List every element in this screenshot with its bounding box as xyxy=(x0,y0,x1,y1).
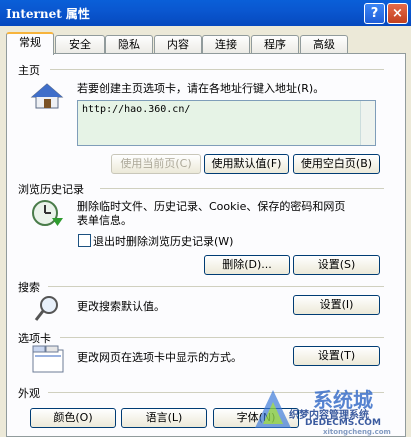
help-button[interactable]: ? xyxy=(364,3,385,24)
history-divider xyxy=(100,188,384,189)
home-address-field[interactable]: http://hao.360.cn/ xyxy=(77,100,376,146)
site-watermark: 系统城 织梦内容管理系统 DEDECMS.COM xitongcheng.com xyxy=(243,384,411,437)
tab-general[interactable]: 常规 xyxy=(6,32,54,55)
use-current-button[interactable]: 使用当前页(C) xyxy=(111,154,201,174)
home-divider xyxy=(50,69,384,70)
watermark-site2: DEDECMS.COM xyxy=(305,418,381,428)
delete-on-exit-label: 退出时删除浏览历史记录(W) xyxy=(93,235,234,248)
search-description: 更改搜索默认值。 xyxy=(77,300,165,313)
search-settings-button[interactable]: 设置(I) xyxy=(293,295,380,315)
title-bar: Internet 属性 ? × xyxy=(0,0,411,26)
tabs-settings-button[interactable]: 设置(T) xyxy=(293,346,380,366)
tabs-description: 更改网页在选项卡中显示的方式。 xyxy=(77,351,242,364)
search-magnifier-icon xyxy=(34,296,58,321)
watermark-site3: xitongcheng.com xyxy=(323,428,391,436)
window-title: Internet 属性 xyxy=(6,7,90,21)
history-clock-icon xyxy=(32,200,63,226)
history-section-title: 浏览历史记录 xyxy=(18,183,84,196)
close-button[interactable]: × xyxy=(387,3,408,24)
watermark-logo-icon xyxy=(255,390,291,428)
tab-advanced[interactable]: 高级 xyxy=(300,35,348,53)
tabs-divider xyxy=(60,337,384,338)
delete-on-exit-checkbox[interactable] xyxy=(78,234,91,247)
home-section-title: 主页 xyxy=(18,64,40,77)
tab-privacy[interactable]: 隐私 xyxy=(105,35,153,53)
appearance-section-title: 外观 xyxy=(18,387,40,400)
colors-button[interactable]: 颜色(O) xyxy=(30,408,116,428)
use-blank-button[interactable]: 使用空白页(B) xyxy=(293,154,380,174)
tab-content[interactable]: 内容 xyxy=(154,35,202,53)
history-description-line2: 表单信息。 xyxy=(77,214,132,227)
house-icon xyxy=(30,83,64,109)
tab-security[interactable]: 安全 xyxy=(55,35,105,53)
history-settings-button[interactable]: 设置(S) xyxy=(293,255,380,275)
search-divider xyxy=(48,286,384,287)
address-scrollbar[interactable] xyxy=(360,101,375,145)
tab-connections[interactable]: 连接 xyxy=(202,35,250,53)
home-url: http://hao.360.cn/ xyxy=(82,104,191,115)
use-default-button[interactable]: 使用默认值(F) xyxy=(204,154,289,174)
delete-history-button[interactable]: 删除(D)... xyxy=(204,255,290,275)
tab-programs[interactable]: 程序 xyxy=(251,35,299,53)
tabbed-window-icon xyxy=(32,345,64,373)
home-description: 若要创建主页选项卡，请在各地址行键入地址(R)。 xyxy=(77,82,325,95)
languages-button[interactable]: 语言(L) xyxy=(121,408,207,428)
